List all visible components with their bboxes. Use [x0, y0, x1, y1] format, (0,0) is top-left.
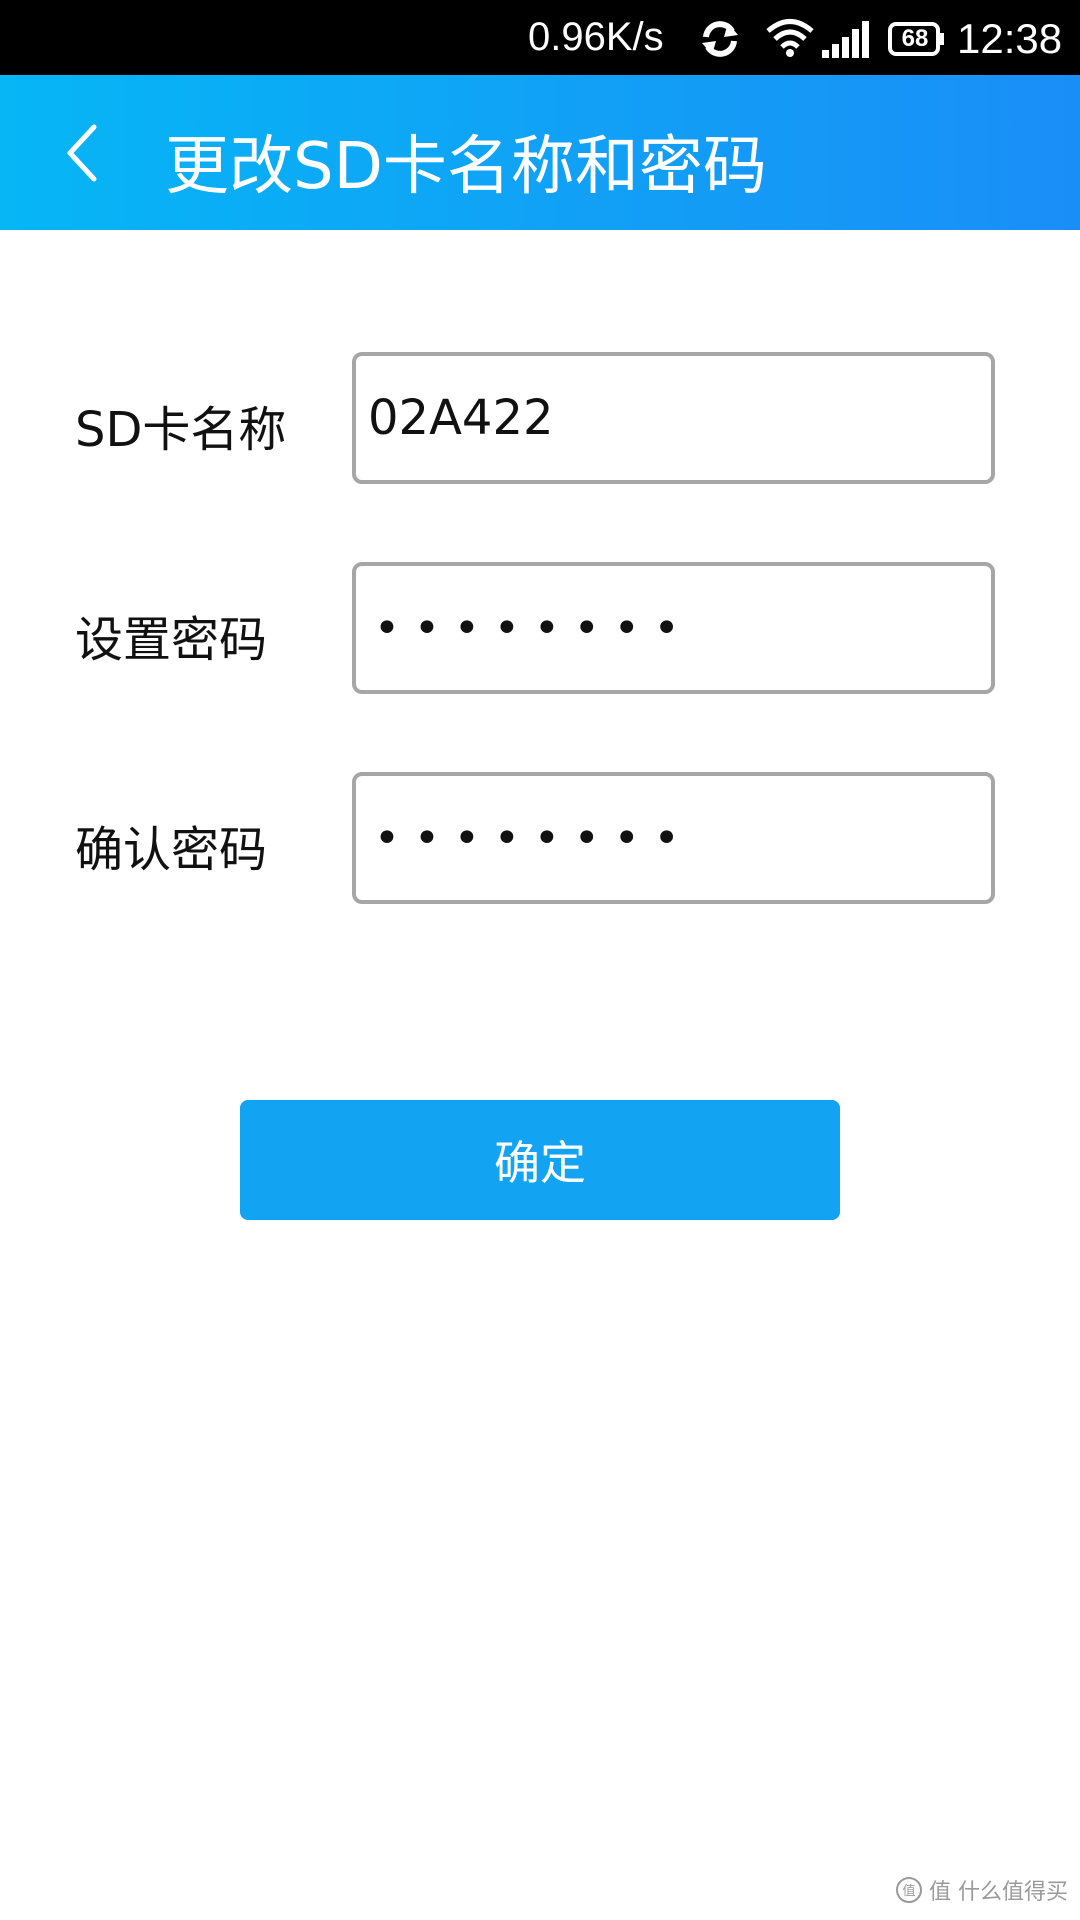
sd-name-value: 02A422 — [368, 390, 554, 446]
confirm-password-input[interactable]: •••••••• — [352, 772, 995, 904]
network-speed: 0.96K/s — [528, 15, 664, 59]
sd-name-label: SD卡名称 — [75, 402, 287, 458]
chevron-left-icon — [67, 124, 97, 182]
wifi-icon — [766, 19, 814, 57]
confirm-password-label: 确认密码 — [75, 822, 268, 878]
signal-icon — [822, 21, 869, 58]
back-button[interactable] — [50, 113, 120, 193]
watermark-logo-icon: 值 — [896, 1877, 922, 1903]
watermark: 值 值 什么值得买 — [895, 1874, 1068, 1906]
set-password-input[interactable]: •••••••• — [352, 562, 995, 694]
confirm-button-label: 确定 — [494, 1136, 586, 1190]
svg-text:值: 值 — [902, 1883, 915, 1899]
confirm-password-value: •••••••• — [374, 812, 694, 864]
battery-level: 68 — [901, 25, 929, 52]
page-title: 更改SD卡名称和密码 — [165, 130, 767, 204]
clock: 12:38 — [957, 15, 1063, 62]
watermark-text: 值 什么值得买 — [929, 1880, 1068, 1905]
set-password-label: 设置密码 — [75, 612, 268, 668]
screen: 0.96K/s 68 12:38 更改SD卡名称和密码 SD卡名称 02A422… — [0, 0, 1080, 1920]
sd-name-input[interactable]: 02A422 — [352, 352, 995, 484]
status-bar: 0.96K/s 68 12:38 — [0, 0, 1080, 75]
confirm-button[interactable]: 确定 — [240, 1100, 840, 1220]
app-bar: 更改SD卡名称和密码 — [0, 75, 1080, 230]
sync-icon — [702, 21, 738, 57]
set-password-value: •••••••• — [374, 602, 694, 654]
